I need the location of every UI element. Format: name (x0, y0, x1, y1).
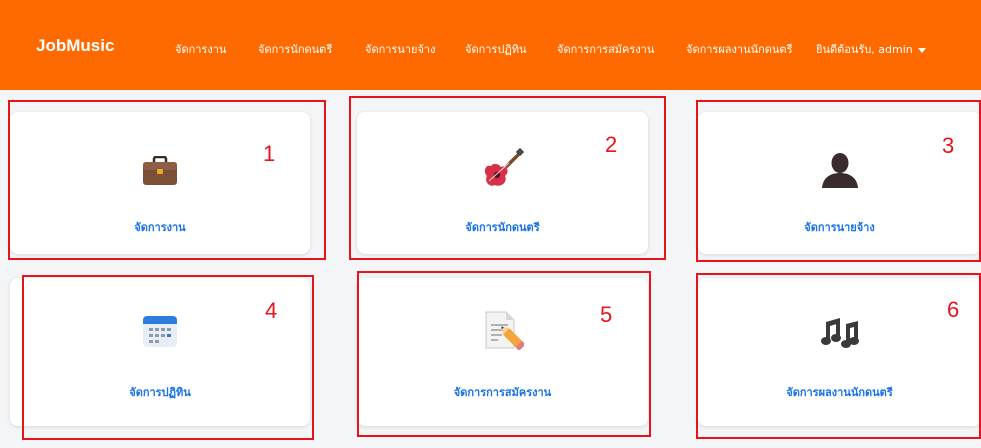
top-navbar: JobMusic จัดการงาน จัดการนักดนตรี จัดการ… (0, 0, 981, 90)
caret-down-icon (917, 47, 926, 53)
nav-item-applications[interactable]: จัดการการสมัครงาน (557, 40, 654, 58)
highlight-number-1: 1 (263, 141, 276, 166)
nav-item-calendar[interactable]: จัดการปฏิทิน (465, 40, 526, 58)
brand-logo[interactable]: JobMusic (36, 36, 114, 56)
nav-item-jobs[interactable]: จัดการงาน (175, 40, 226, 58)
user-dropdown[interactable]: ยินดีต้อนรับ, admin (816, 40, 926, 58)
highlight-box-6 (696, 273, 981, 439)
user-greeting: ยินดีต้อนรับ, admin (816, 43, 913, 56)
highlight-box-2 (349, 96, 666, 260)
highlight-box-5 (357, 271, 651, 437)
highlight-box-1 (8, 100, 326, 260)
highlight-number-4: 4 (265, 298, 278, 323)
nav-item-portfolio[interactable]: จัดการผลงานนักดนตรี (686, 40, 792, 58)
highlight-number-6: 6 (947, 297, 960, 322)
highlight-number-2: 2 (605, 132, 618, 157)
nav-item-employers[interactable]: จัดการนายจ้าง (365, 40, 435, 58)
highlight-number-5: 5 (600, 302, 613, 327)
highlight-number-3: 3 (942, 133, 955, 158)
nav-item-musicians[interactable]: จัดการนักดนตรี (258, 40, 332, 58)
highlight-box-3 (696, 100, 981, 262)
